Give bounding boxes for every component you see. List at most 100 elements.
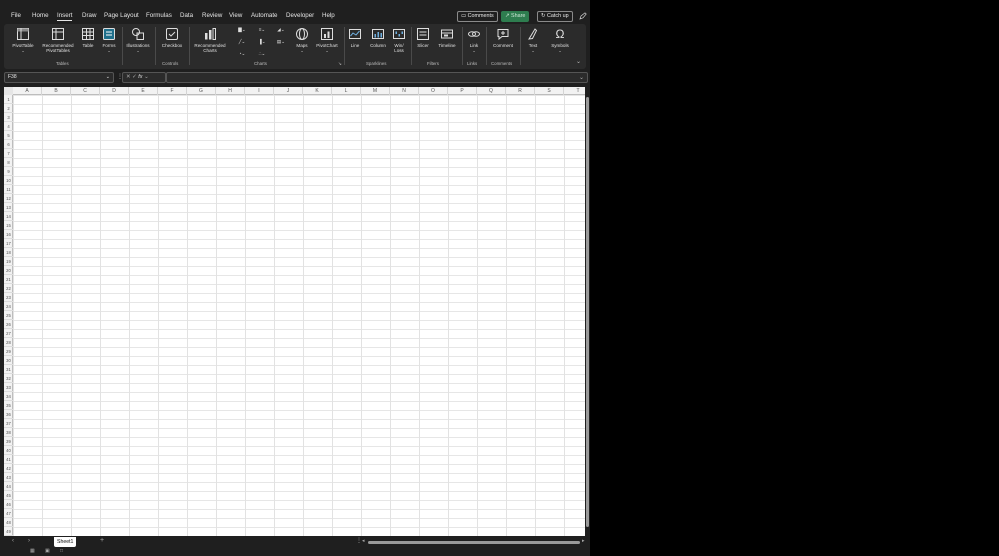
recommended-charts-button[interactable]: Recommended Charts bbox=[192, 27, 228, 53]
worksheet-grid[interactable]: ABCDEFGHIJKLMNOPQRST 1 2 3 4 5 6 7 8 9 10 11 12 13 14… bbox=[4, 87, 585, 536]
row-header[interactable]: 33 bbox=[4, 383, 13, 392]
catch-up-button[interactable]: ↻ Catch up bbox=[537, 11, 573, 22]
tab-help[interactable]: Help bbox=[322, 12, 335, 19]
row-header[interactable]: 4 bbox=[4, 122, 13, 131]
row-header[interactable]: 41 bbox=[4, 455, 13, 464]
formula-input[interactable]: ⌄ bbox=[166, 72, 588, 83]
column-header[interactable]: K bbox=[303, 87, 332, 95]
insert-function-icon[interactable]: fx bbox=[138, 74, 142, 80]
row-header[interactable]: 44 bbox=[4, 482, 13, 491]
row-header[interactable]: 29 bbox=[4, 347, 13, 356]
tab-page-layout[interactable]: Page Layout bbox=[104, 12, 139, 19]
checkbox-button[interactable]: Checkbox bbox=[158, 27, 186, 48]
row-header[interactable]: 6 bbox=[4, 140, 13, 149]
row-header[interactable]: 17 bbox=[4, 239, 13, 248]
column-header[interactable]: G bbox=[187, 87, 216, 95]
row-header[interactable]: 18 bbox=[4, 248, 13, 257]
row-header[interactable]: 32 bbox=[4, 374, 13, 383]
column-header[interactable]: E bbox=[129, 87, 158, 95]
normal-view-icon[interactable]: ▦ bbox=[30, 548, 35, 554]
cells-area[interactable] bbox=[13, 95, 585, 536]
column-header[interactable]: H bbox=[216, 87, 245, 95]
row-header[interactable]: 9 bbox=[4, 167, 13, 176]
combo-chart-dropdown[interactable]: ▤⌄ bbox=[272, 39, 290, 44]
maps-button[interactable]: Maps ⌄ bbox=[292, 27, 312, 53]
tab-automate[interactable]: Automate bbox=[251, 12, 277, 19]
comments-button[interactable]: ▭ Comments bbox=[457, 11, 498, 22]
column-header[interactable]: B bbox=[42, 87, 71, 95]
column-header[interactable]: L bbox=[332, 87, 361, 95]
scroll-right-icon[interactable]: ▸ bbox=[582, 538, 585, 544]
row-header[interactable]: 36 bbox=[4, 410, 13, 419]
row-header[interactable]: 38 bbox=[4, 428, 13, 437]
row-header[interactable]: 35 bbox=[4, 401, 13, 410]
tab-home[interactable]: Home bbox=[32, 12, 49, 19]
row-header[interactable]: 3 bbox=[4, 113, 13, 122]
collapse-ribbon-icon[interactable]: ⌄ bbox=[576, 58, 581, 65]
vertical-scrollbar[interactable] bbox=[585, 87, 590, 536]
row-header[interactable]: 31 bbox=[4, 365, 13, 374]
row-header[interactable]: 47 bbox=[4, 509, 13, 518]
row-header[interactable]: 23 bbox=[4, 293, 13, 302]
column-header[interactable]: A bbox=[13, 87, 42, 95]
row-header[interactable]: 34 bbox=[4, 392, 13, 401]
tab-review[interactable]: Review bbox=[202, 12, 222, 19]
column-header[interactable]: M bbox=[361, 87, 390, 95]
tab-data[interactable]: Data bbox=[180, 12, 193, 19]
copilot-pen-icon[interactable] bbox=[579, 12, 587, 20]
text-button[interactable]: Text ⌄ bbox=[524, 27, 542, 53]
row-header[interactable]: 10 bbox=[4, 176, 13, 185]
row-header[interactable]: 14 bbox=[4, 212, 13, 221]
row-header[interactable]: 40 bbox=[4, 446, 13, 455]
sparkline-winloss-button[interactable]: Win/ Loss bbox=[390, 27, 408, 53]
pie-chart-dropdown[interactable]: ◔⌄ bbox=[233, 51, 251, 56]
comment-button[interactable]: Comment bbox=[488, 27, 518, 48]
column-header[interactable]: P bbox=[448, 87, 477, 95]
tab-formulas[interactable]: Formulas bbox=[146, 12, 172, 19]
row-header[interactable]: 22 bbox=[4, 284, 13, 293]
column-chart-dropdown[interactable]: ▇⌄ bbox=[233, 27, 251, 32]
row-header[interactable]: 30 bbox=[4, 356, 13, 365]
pivottable-button[interactable]: PivotTable ⌄ bbox=[8, 27, 38, 53]
column-header[interactable]: T bbox=[564, 87, 585, 95]
column-header[interactable]: R bbox=[506, 87, 535, 95]
row-header[interactable]: 27 bbox=[4, 329, 13, 338]
column-header[interactable]: D bbox=[100, 87, 129, 95]
bar-chart-dropdown[interactable]: ≡⌄ bbox=[253, 27, 271, 32]
column-header[interactable]: Q bbox=[477, 87, 506, 95]
sparkline-column-button[interactable]: Column bbox=[367, 27, 389, 48]
page-layout-view-icon[interactable]: ▣ bbox=[45, 548, 50, 554]
row-header[interactable]: 49 bbox=[4, 527, 13, 536]
vertical-scroll-thumb[interactable] bbox=[586, 97, 589, 527]
row-header[interactable]: 13 bbox=[4, 203, 13, 212]
tab-insert[interactable]: Insert bbox=[57, 12, 73, 21]
row-header[interactable]: 1 bbox=[4, 95, 13, 104]
link-button[interactable]: Link ⌄ bbox=[465, 27, 483, 53]
row-header[interactable]: 46 bbox=[4, 500, 13, 509]
column-header[interactable]: O bbox=[419, 87, 448, 95]
row-header[interactable]: 28 bbox=[4, 338, 13, 347]
row-header[interactable]: 5 bbox=[4, 131, 13, 140]
column-header[interactable]: C bbox=[71, 87, 100, 95]
row-header[interactable]: 24 bbox=[4, 302, 13, 311]
tab-view[interactable]: View bbox=[229, 12, 242, 19]
row-header[interactable]: 15 bbox=[4, 221, 13, 230]
row-header[interactable]: 43 bbox=[4, 473, 13, 482]
cancel-icon[interactable]: ✕ bbox=[126, 74, 131, 80]
row-header[interactable]: 20 bbox=[4, 266, 13, 275]
symbols-button[interactable]: Ω Symbols ⌄ bbox=[547, 27, 573, 53]
column-header[interactable]: I bbox=[245, 87, 274, 95]
column-header[interactable]: N bbox=[390, 87, 419, 95]
recommended-pivottables-button[interactable]: Recommended PivotTables bbox=[40, 27, 76, 53]
tab-draw[interactable]: Draw bbox=[82, 12, 96, 19]
line-chart-dropdown[interactable]: ╱⌄ bbox=[233, 39, 251, 44]
row-header[interactable]: 42 bbox=[4, 464, 13, 473]
row-header[interactable]: 8 bbox=[4, 158, 13, 167]
row-header[interactable]: 39 bbox=[4, 437, 13, 446]
sparkline-line-button[interactable]: Line bbox=[347, 27, 363, 48]
page-break-view-icon[interactable]: □ bbox=[60, 548, 63, 554]
scroll-tabs-right-icon[interactable]: › bbox=[28, 538, 30, 544]
scroll-tabs-left-icon[interactable]: ‹ bbox=[12, 538, 14, 544]
table-button[interactable]: Table bbox=[79, 27, 97, 48]
row-header[interactable]: 11 bbox=[4, 185, 13, 194]
